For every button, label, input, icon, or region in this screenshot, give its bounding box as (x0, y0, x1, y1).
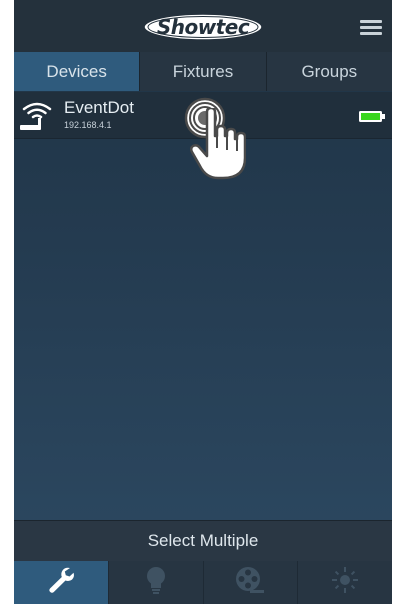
tab-devices[interactable]: Devices (14, 52, 141, 91)
select-multiple-button[interactable]: Select Multiple (14, 520, 392, 561)
device-name: EventDot (64, 98, 134, 117)
showtec-logo: Showtec (142, 12, 264, 42)
device-ip: 192.168.4.1 (64, 120, 112, 130)
wrench-icon (46, 565, 76, 600)
wifi-router-icon (18, 98, 56, 132)
tab-bar: Devices Fixtures Groups (14, 52, 392, 91)
pointing-hand-icon (189, 106, 247, 180)
tab-fixtures[interactable]: Fixtures (140, 52, 267, 91)
nav-wrench[interactable] (14, 561, 109, 604)
top-bar: Showtec (14, 0, 392, 52)
tab-groups[interactable]: Groups (267, 52, 392, 91)
logo-text: Showtec (156, 15, 250, 39)
nav-film-reel[interactable] (204, 561, 299, 604)
bottom-nav (14, 561, 392, 604)
battery-full-icon (358, 110, 386, 123)
hamburger-menu-icon[interactable] (360, 20, 382, 36)
sun-icon (330, 565, 360, 600)
lightbulb-icon (143, 565, 169, 600)
nav-lightbulb[interactable] (109, 561, 204, 604)
app-screen: Showtec Devices Fixtures Groups EventDot… (14, 0, 392, 604)
nav-sun[interactable] (298, 561, 392, 604)
film-reel-icon (234, 565, 266, 600)
